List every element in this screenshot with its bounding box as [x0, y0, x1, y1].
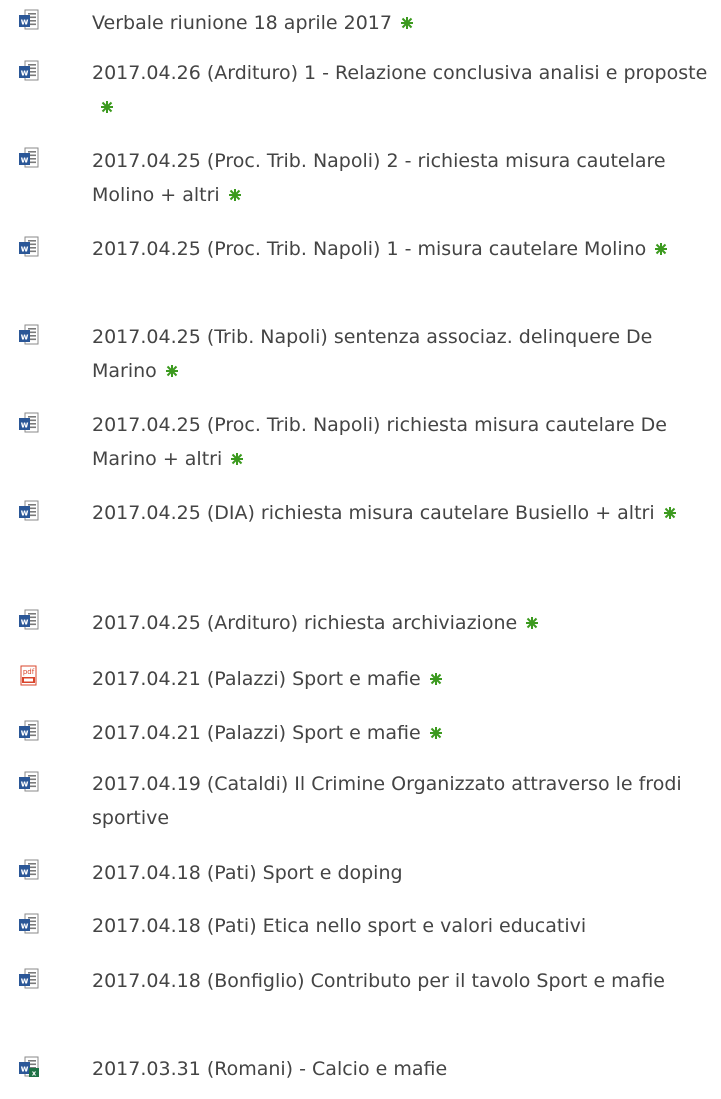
word-doc-icon[interactable]: w [18, 720, 40, 742]
document-title-wrapper: 2017.03.31 (Romani) - Calcio e mafie [92, 1052, 717, 1086]
document-link[interactable]: 2017.04.25 (Proc. Trib. Napoli) 1 - misu… [92, 238, 646, 260]
word-doc-icon[interactable]: w [18, 324, 40, 346]
svg-text:w: w [21, 1065, 29, 1075]
new-badge-icon [400, 16, 414, 30]
word-excel-doc-icon[interactable]: wx [18, 1056, 40, 1078]
word-doc-icon[interactable]: w [18, 968, 40, 990]
document-title-wrapper: 2017.04.25 (Proc. Trib. Napoli) 1 - misu… [92, 232, 717, 266]
svg-text:w: w [21, 618, 29, 628]
svg-text:w: w [21, 421, 29, 431]
new-badge-icon [228, 188, 242, 202]
svg-text:w: w [21, 333, 29, 343]
new-badge-icon [230, 452, 244, 466]
document-title-wrapper: 2017.04.21 (Palazzi) Sport e mafie [92, 662, 717, 696]
document-link[interactable]: 2017.04.18 (Pati) Etica nello sport e va… [92, 915, 586, 937]
svg-text:w: w [21, 245, 29, 255]
document-link[interactable]: 2017.04.25 (DIA) richiesta misura cautel… [92, 502, 655, 524]
document-title-wrapper: 2017.04.26 (Ardituro) 1 - Relazione conc… [92, 56, 717, 124]
word-doc-icon[interactable]: w [18, 60, 40, 82]
word-doc-icon[interactable]: w [18, 9, 40, 31]
svg-text:x: x [32, 1070, 37, 1078]
document-title-wrapper: 2017.04.25 (Ardituro) richiesta archivia… [92, 606, 717, 640]
new-badge-icon [165, 364, 179, 378]
new-badge-icon [429, 672, 443, 686]
document-title-wrapper: Verbale riunione 18 aprile 2017 [92, 6, 717, 40]
svg-text:w: w [21, 18, 29, 28]
svg-text:pdf: pdf [23, 668, 35, 676]
document-title-wrapper: 2017.04.21 (Palazzi) Sport e mafie [92, 716, 717, 750]
new-badge-icon [429, 726, 443, 740]
word-doc-icon[interactable]: w [18, 412, 40, 434]
document-link[interactable]: 2017.04.18 (Bonfiglio) Contributo per il… [92, 970, 665, 992]
document-title-wrapper: 2017.04.18 (Pati) Sport e doping [92, 856, 717, 890]
document-link[interactable]: 2017.04.25 (Ardituro) richiesta archivia… [92, 612, 517, 634]
document-link[interactable]: 2017.04.25 (Proc. Trib. Napoli) richiest… [92, 414, 667, 470]
word-doc-icon[interactable]: w [18, 609, 40, 631]
word-doc-icon[interactable]: w [18, 771, 40, 793]
document-link[interactable]: 2017.04.25 (Proc. Trib. Napoli) 2 - rich… [92, 150, 666, 206]
document-title-wrapper: 2017.04.25 (Proc. Trib. Napoli) 2 - rich… [92, 144, 717, 212]
new-badge-icon [525, 616, 539, 630]
document-link[interactable]: Verbale riunione 18 aprile 2017 [92, 12, 392, 34]
svg-text:w: w [21, 69, 29, 79]
word-doc-icon[interactable]: w [18, 859, 40, 881]
document-link[interactable]: 2017.04.21 (Palazzi) Sport e mafie [92, 668, 421, 690]
pdf-icon[interactable]: pdf [18, 665, 40, 687]
svg-text:w: w [21, 977, 29, 987]
document-title-wrapper: 2017.04.25 (Proc. Trib. Napoli) richiest… [92, 408, 717, 476]
word-doc-icon[interactable]: w [18, 500, 40, 522]
document-link[interactable]: 2017.04.26 (Ardituro) 1 - Relazione conc… [92, 62, 707, 84]
document-title-wrapper: 2017.04.19 (Cataldi) Il Crimine Organizz… [92, 767, 717, 835]
word-doc-icon[interactable]: w [18, 236, 40, 258]
svg-text:w: w [21, 156, 29, 166]
svg-text:w: w [21, 868, 29, 878]
svg-text:w: w [21, 729, 29, 739]
document-link[interactable]: 2017.04.21 (Palazzi) Sport e mafie [92, 722, 421, 744]
document-title-wrapper: 2017.04.25 (DIA) richiesta misura cautel… [92, 496, 717, 530]
document-title-wrapper: 2017.04.18 (Bonfiglio) Contributo per il… [92, 964, 717, 998]
document-link[interactable]: 2017.04.18 (Pati) Sport e doping [92, 862, 403, 884]
word-doc-icon[interactable]: w [18, 147, 40, 169]
document-title-wrapper: 2017.04.25 (Trib. Napoli) sentenza assoc… [92, 320, 717, 388]
document-link[interactable]: 2017.04.19 (Cataldi) Il Crimine Organizz… [92, 773, 682, 829]
document-title-wrapper: 2017.04.18 (Pati) Etica nello sport e va… [92, 909, 717, 943]
document-link[interactable]: 2017.03.31 (Romani) - Calcio e mafie [92, 1058, 447, 1080]
word-doc-icon[interactable]: w [18, 913, 40, 935]
new-badge-icon [654, 242, 668, 256]
svg-text:w: w [21, 780, 29, 790]
svg-text:w: w [21, 509, 29, 519]
svg-text:w: w [21, 922, 29, 932]
new-badge-icon [663, 506, 677, 520]
new-badge-icon [100, 100, 114, 114]
